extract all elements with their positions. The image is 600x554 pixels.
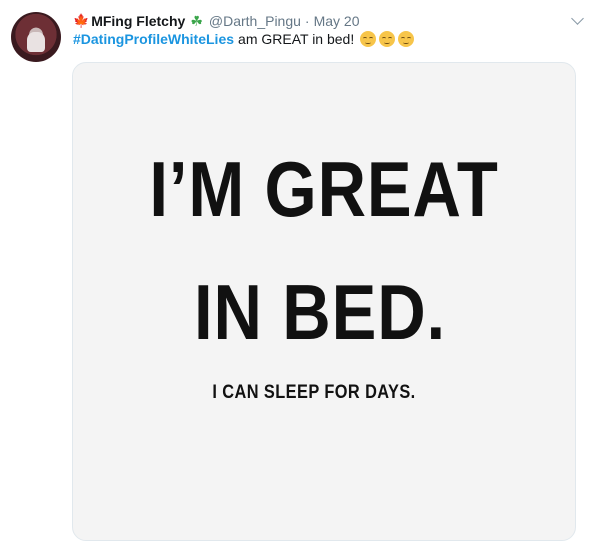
image-headline-line1: I’M GREAT xyxy=(149,145,499,233)
tweet-date[interactable]: May 20 xyxy=(314,13,360,29)
shamrock-icon: ☘ xyxy=(190,12,203,29)
tweet-header: 🍁 MFing Fletchy ☘ @Darth_Pingu · May 20 xyxy=(73,11,560,31)
avatar[interactable] xyxy=(11,12,61,62)
tweet-body: am GREAT in bed! xyxy=(238,31,355,47)
image-headline-line2: IN BED. xyxy=(193,268,447,356)
chevron-down-icon[interactable] xyxy=(571,12,584,25)
relieved-face-emoji xyxy=(398,31,415,47)
relieved-face-emoji xyxy=(379,31,396,47)
maple-leaf-icon: 🍁 xyxy=(73,13,90,28)
display-name[interactable]: MFing Fletchy xyxy=(91,13,185,29)
user-handle[interactable]: @Darth_Pingu xyxy=(209,13,301,29)
separator-dot: · xyxy=(304,13,310,29)
tweet-text: #DatingProfileWhiteLies am GREAT in bed! xyxy=(73,31,415,47)
hashtag-link[interactable]: #DatingProfileWhiteLies xyxy=(73,31,234,47)
relieved-face-emoji xyxy=(360,31,377,47)
avatar-figure xyxy=(27,32,45,52)
tweet-media-image[interactable]: I’M GREAT IN BED. I CAN SLEEP FOR DAYS. xyxy=(72,62,576,541)
image-subline: I CAN SLEEP FOR DAYS. xyxy=(212,382,416,403)
